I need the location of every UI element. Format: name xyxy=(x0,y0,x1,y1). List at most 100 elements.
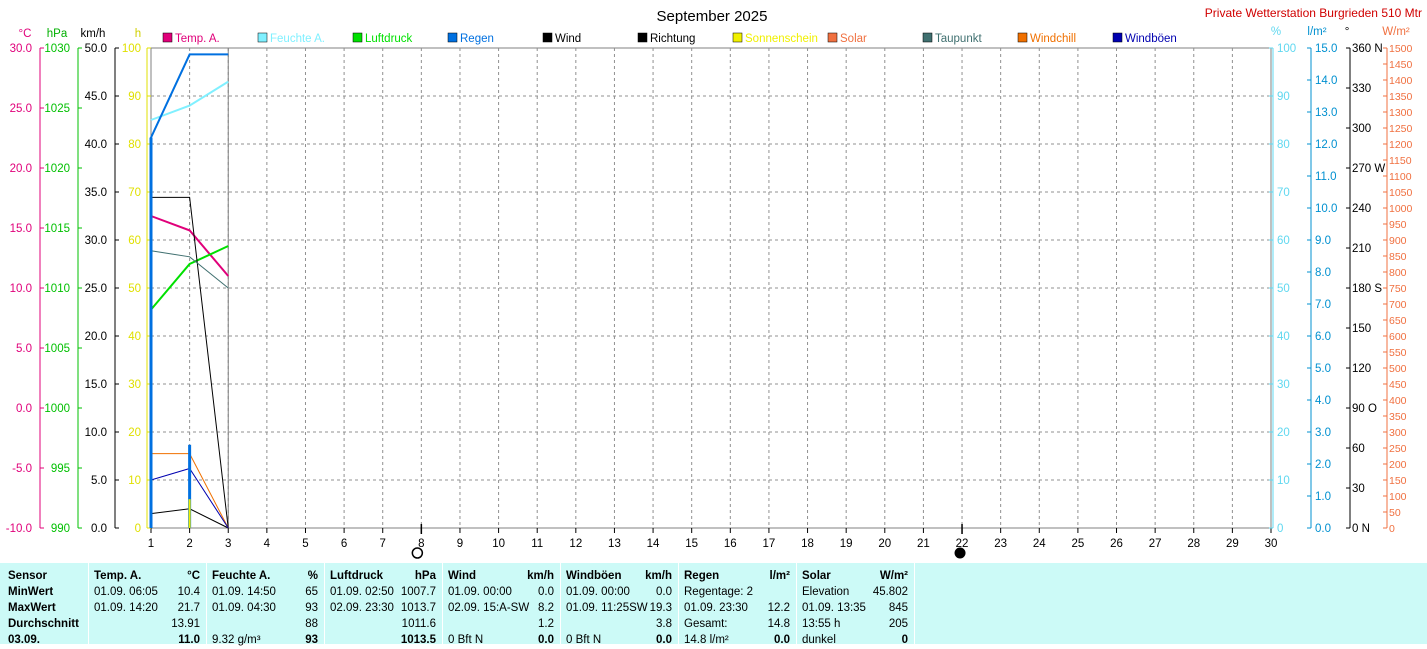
stat-row: 0 Bft N 0.0 xyxy=(443,633,560,649)
full-moon-icon xyxy=(411,547,424,559)
pressure-tick-label: 1005 xyxy=(44,343,70,355)
humidity-tick-label: 20 xyxy=(1277,427,1290,439)
stat-value: 93 xyxy=(305,602,318,614)
temp-tick-label: -10.0 xyxy=(6,523,32,535)
legend-label: Windböen xyxy=(1125,33,1177,45)
x-tick-label: 26 xyxy=(1110,538,1123,550)
rain-tick-label: 14.0 xyxy=(1315,75,1337,87)
legend-swatch xyxy=(827,32,838,43)
stat-label: 01.09. 00:00 xyxy=(566,586,630,598)
weather-chart: 1 2 3 4 5 6 7 8 9 10 11 12 13 14 15 16 17 18 19 20 21 22 23 24 2… xyxy=(6,6,1422,559)
direction-tick-label: 30 xyxy=(1352,483,1365,495)
solar-tick-label: 550 xyxy=(1389,347,1407,359)
pressure-tick-label: 1010 xyxy=(44,283,70,295)
legend-swatch xyxy=(257,32,268,43)
unit-humidity: % xyxy=(1271,26,1281,38)
wind-tick-label: 35.0 xyxy=(85,187,107,199)
stat-row: 01.09. 14:20 21.7 xyxy=(89,601,206,617)
legend-label: Richtung xyxy=(650,33,695,45)
solar-tick-label: 450 xyxy=(1389,379,1407,391)
stat-row: 13:55 h 205 xyxy=(797,617,914,633)
stat-label: 02.09. 23:30 xyxy=(330,602,394,614)
direction-tick-label: 0 N xyxy=(1352,523,1370,535)
x-tick-label: 30 xyxy=(1265,538,1278,550)
unit-sun: h xyxy=(135,28,141,40)
stat-row: 01.09. 13:35 845 xyxy=(797,601,914,617)
stat-value: 1.2 xyxy=(538,618,554,630)
stat-value: 0.0 xyxy=(538,586,554,598)
legend-label: Windchill xyxy=(1030,33,1076,45)
direction-tick-label: 120 xyxy=(1352,363,1371,375)
legend-label: Temp. A. xyxy=(175,33,220,45)
temp-stat-column: Temp. A. °C 01.09. 06:05 10.4 01.09. 14:20 21… xyxy=(89,563,207,646)
legend-label: Wind xyxy=(555,33,581,45)
x-tick-label: 1 xyxy=(148,538,154,550)
sensor-column: Sensor MinWert MaxWert Durchschnitt 03.0… xyxy=(0,563,89,646)
unit-direction: ° xyxy=(1345,26,1350,38)
stat-row: 01.09. 00:00 0.0 xyxy=(561,585,678,601)
x-tick-label: 6 xyxy=(341,538,347,550)
temp-unit: °C xyxy=(187,570,200,582)
humidity-tick-label: 90 xyxy=(1277,91,1290,103)
direction-tick-label: 300 xyxy=(1352,123,1371,135)
row-label-avg: Durchschnitt xyxy=(8,618,79,630)
chart-series xyxy=(149,53,966,559)
wind-tick-label: 0.0 xyxy=(91,523,107,535)
humidity-tick-label: 30 xyxy=(1277,379,1290,391)
legend-swatch xyxy=(922,32,933,43)
stat-label: 01.09. 11:25SW xyxy=(566,602,648,614)
legend-swatch xyxy=(352,32,363,43)
pressure-tick-label: 1030 xyxy=(44,43,70,55)
direction-tick-label: 240 xyxy=(1352,203,1371,215)
gusts-header: Windböen xyxy=(566,570,622,582)
x-tick-label: 21 xyxy=(917,538,930,550)
stat-row: 14.8 l/m² 0.0 xyxy=(679,633,796,649)
solar-tick-label: 850 xyxy=(1389,251,1407,263)
solar-tick-label: 750 xyxy=(1389,283,1407,295)
stat-value: 19.3 xyxy=(649,602,672,614)
gusts-stat-column: Windböen km/h 01.09. 00:00 0.0 01.09. 11:25S… xyxy=(561,563,679,646)
stat-row: 01.09. 11:25SW 19.3 xyxy=(561,601,678,617)
unit-rain: l/m² xyxy=(1307,26,1326,38)
legend-swatch xyxy=(732,32,743,43)
sun-tick-label: 50 xyxy=(128,283,141,295)
rain-tick-label: 13.0 xyxy=(1315,107,1337,119)
humidity-tick-label: 10 xyxy=(1277,475,1290,487)
station-name: Private Wetterstation Burgrieden 510 Mtr xyxy=(1205,6,1422,20)
rain-tick-label: 5.0 xyxy=(1315,363,1331,375)
x-tick-label: 25 xyxy=(1071,538,1084,550)
direction-tick-label: 210 xyxy=(1352,243,1371,255)
sun-tick-label: 70 xyxy=(128,187,141,199)
stat-value: 3.8 xyxy=(656,618,672,630)
stat-row: 1.2 xyxy=(443,617,560,633)
pressure-tick-label: 995 xyxy=(51,463,70,475)
x-tick-label: 7 xyxy=(380,538,386,550)
x-tick-label: 18 xyxy=(801,538,814,550)
stat-value: 0.0 xyxy=(656,634,672,646)
temp-tick-label: 30.0 xyxy=(10,43,32,55)
chart-grid xyxy=(150,47,1272,529)
rain-tick-label: 0.0 xyxy=(1315,523,1331,535)
solar-tick-label: 1350 xyxy=(1389,91,1413,103)
rain-tick-label: 7.0 xyxy=(1315,299,1331,311)
statistics-table: Sensor MinWert MaxWert Durchschnitt 03.0… xyxy=(0,563,1427,646)
solar-tick-label: 300 xyxy=(1389,427,1407,439)
stat-value: 93 xyxy=(305,634,318,646)
legend-label: Luftdruck xyxy=(365,33,413,45)
x-tick-label: 10 xyxy=(492,538,505,550)
direction-tick-label: 180 S xyxy=(1352,283,1382,295)
legend-swatch xyxy=(1112,32,1123,43)
solar-tick-label: 1050 xyxy=(1389,187,1413,199)
x-tick-label: 29 xyxy=(1226,538,1239,550)
x-tick-label: 16 xyxy=(724,538,737,550)
humidity-tick-label: 40 xyxy=(1277,331,1290,343)
pressure-tick-label: 1000 xyxy=(44,403,70,415)
stat-row: 88 xyxy=(207,617,324,633)
stat-row: 11.0 xyxy=(89,633,206,649)
stat-row: 1011.6 xyxy=(325,617,442,633)
temp-tick-label: 15.0 xyxy=(10,223,32,235)
solar-tick-label: 1100 xyxy=(1389,171,1412,183)
stat-value: 14.8 xyxy=(767,618,790,630)
x-tick-label: 19 xyxy=(840,538,853,550)
solar-tick-label: 1150 xyxy=(1389,155,1412,167)
